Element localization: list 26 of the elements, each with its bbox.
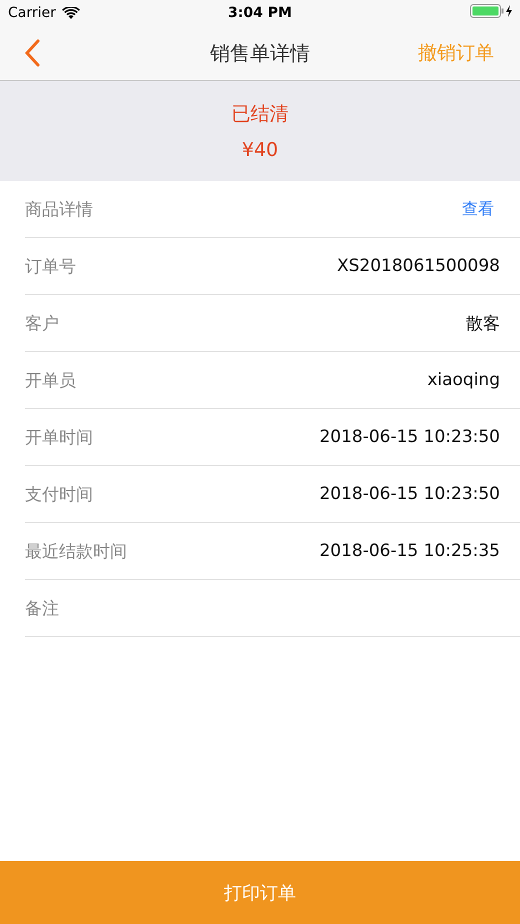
nav-title: 销售单详情: [210, 40, 310, 66]
order-amount: ¥40: [242, 139, 278, 161]
field-value: xiaoqing: [427, 370, 500, 390]
field-label: 开单时间: [25, 426, 93, 448]
field-value: 2018-06-15 10:25:35: [319, 541, 500, 561]
chevron-left-icon: [24, 39, 40, 67]
print-order-button[interactable]: 打印订单: [0, 861, 520, 924]
back-button[interactable]: [24, 39, 40, 67]
order-status: 已结清: [232, 102, 288, 127]
wifi-icon: [62, 6, 80, 20]
field-label: 订单号: [25, 256, 76, 278]
field-value: 2018-06-15 10:23:50: [319, 427, 500, 447]
carrier-label: Carrier: [8, 5, 56, 21]
cancel-order-button[interactable]: 撤销订单: [418, 40, 494, 66]
field-label: 客户: [25, 312, 59, 334]
battery-icon: [470, 4, 514, 18]
field-label: 开单员: [25, 370, 76, 392]
field-value: 散客: [466, 312, 500, 334]
status-time: 3:04 PM: [228, 5, 292, 21]
field-value: XS2018061500098: [336, 256, 500, 276]
field-label: 支付时间: [25, 484, 93, 506]
field-label: 备注: [25, 598, 59, 620]
field-label: 商品详情: [25, 198, 93, 220]
field-label: 最近结款时间: [25, 540, 127, 562]
field-value: 2018-06-15 10:23:50: [319, 484, 500, 504]
view-link[interactable]: 查看: [462, 198, 500, 220]
